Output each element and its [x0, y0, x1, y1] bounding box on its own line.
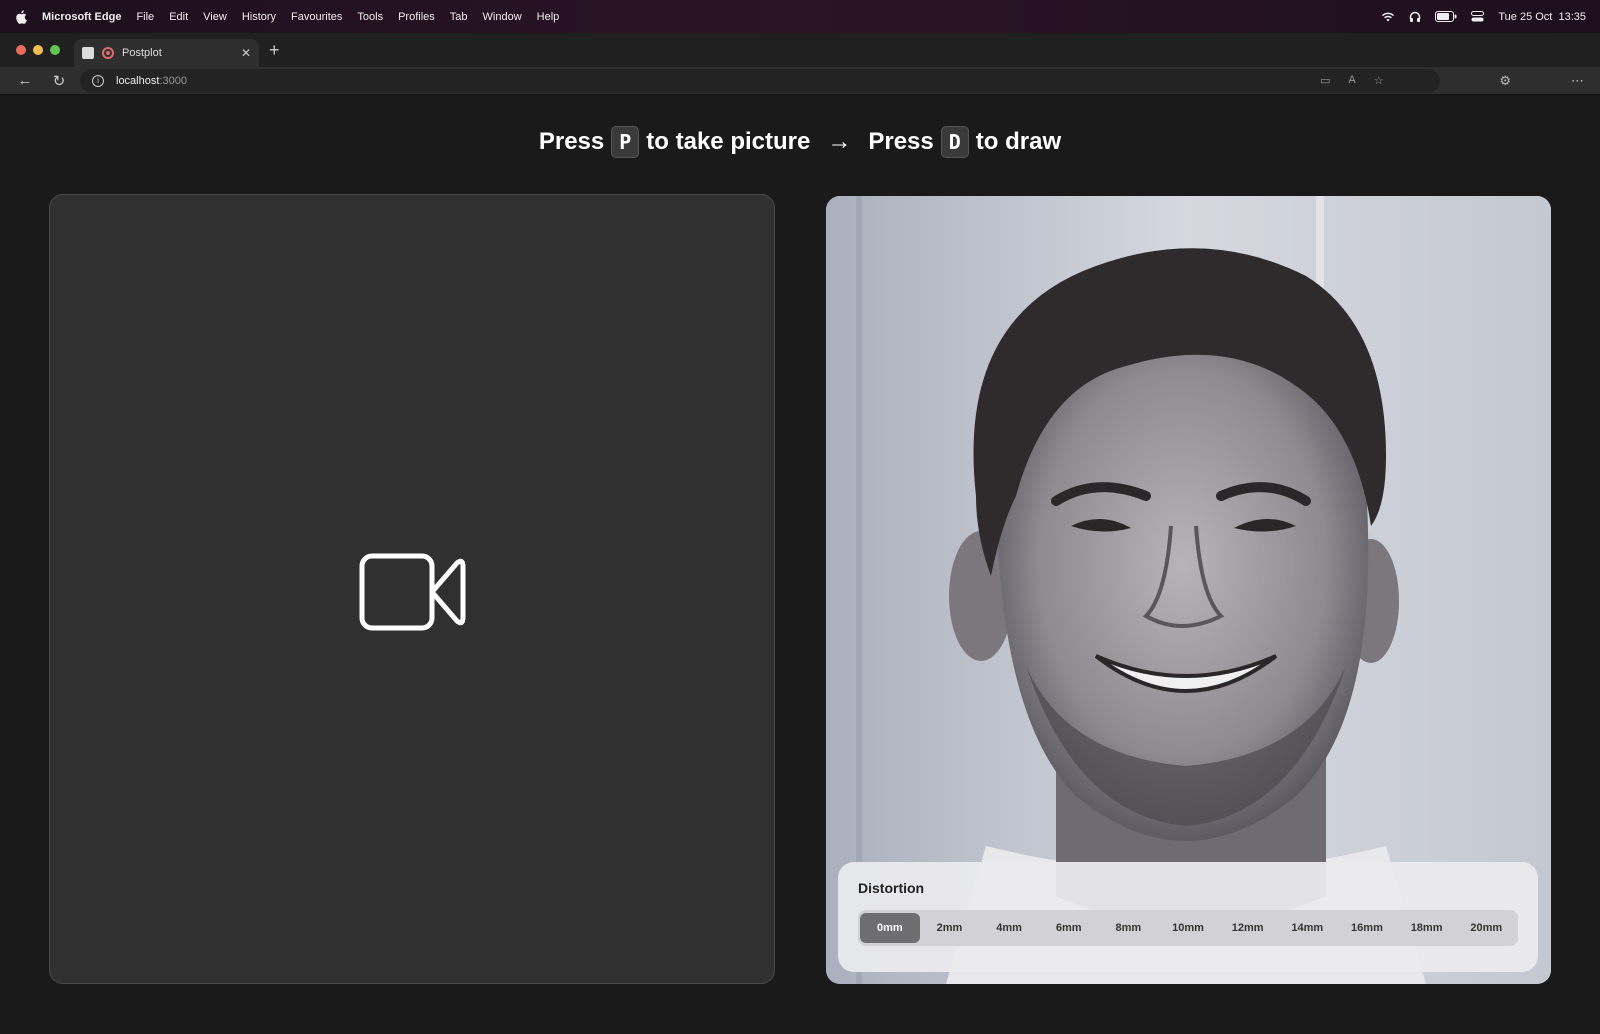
browser-toolbar: ← ↻ i localhost:3000 ▭ A ☆ ⚙ ⋯ — [0, 67, 1600, 95]
clock[interactable]: Tue 25 Oct 13:35 — [1498, 11, 1586, 23]
distortion-option-18mm[interactable]: 18mm — [1397, 913, 1457, 943]
recording-icon — [102, 47, 114, 59]
menu-help[interactable]: Help — [537, 11, 560, 23]
take-picture-label: to take picture — [646, 128, 811, 155]
add-favourite-icon[interactable]: ☆ — [1374, 74, 1384, 87]
menu-history[interactable]: History — [242, 11, 276, 23]
more-options-icon[interactable]: ⋯ — [1571, 73, 1584, 89]
distortion-option-0mm[interactable]: 0mm — [860, 913, 920, 943]
menu-tools[interactable]: Tools — [357, 11, 383, 23]
close-tab-icon[interactable]: ✕ — [241, 46, 251, 60]
menu-window[interactable]: Window — [483, 11, 522, 23]
close-window-button[interactable] — [16, 45, 26, 55]
distortion-option-14mm[interactable]: 14mm — [1277, 913, 1337, 943]
key-p: P — [611, 126, 640, 158]
apple-icon[interactable] — [14, 9, 28, 24]
camera-preview-panel[interactable] — [49, 194, 775, 984]
extensions-icon[interactable]: ⚙ — [1499, 73, 1511, 89]
site-info-icon[interactable]: i — [92, 74, 104, 87]
press-label-2: Press — [868, 128, 934, 155]
address-field[interactable]: i localhost:3000 — [80, 68, 1440, 93]
captured-photo-panel: Distortion 0mm 2mm 4mm 6mm 8mm 10mm 12mm… — [826, 196, 1551, 984]
macos-menu-bar: Microsoft Edge File Edit View History Fa… — [0, 0, 1600, 33]
distortion-option-2mm[interactable]: 2mm — [920, 913, 980, 943]
browser-tab[interactable]: Postplot ✕ — [74, 39, 259, 67]
control-center-icon[interactable] — [1471, 11, 1485, 22]
menu-profiles[interactable]: Profiles — [398, 11, 435, 23]
instructions-headline: Press P to take picture → Press D to dra… — [0, 126, 1600, 158]
new-tab-button[interactable]: + — [269, 40, 280, 61]
menu-edit[interactable]: Edit — [169, 11, 188, 23]
press-label-1: Press — [538, 128, 605, 155]
distortion-segmented-control: 0mm 2mm 4mm 6mm 8mm 10mm 12mm 14mm 16mm … — [858, 910, 1518, 946]
distortion-option-8mm[interactable]: 8mm — [1099, 913, 1159, 943]
wifi-icon[interactable] — [1381, 11, 1395, 22]
distortion-option-16mm[interactable]: 16mm — [1337, 913, 1397, 943]
draw-label: to draw — [975, 128, 1062, 155]
back-button[interactable]: ← — [14, 72, 36, 89]
workspace-icon — [82, 47, 94, 59]
minimize-window-button[interactable] — [33, 45, 43, 55]
menu-tab[interactable]: Tab — [450, 11, 468, 23]
arrow-right-icon: → — [827, 128, 852, 155]
distortion-option-12mm[interactable]: 12mm — [1218, 913, 1278, 943]
distortion-option-6mm[interactable]: 6mm — [1039, 913, 1099, 943]
toolbar-right: ⚙ ⋯ — [1499, 73, 1584, 89]
url-port: :3000 — [159, 74, 187, 87]
distortion-label: Distortion — [858, 880, 925, 896]
battery-icon[interactable] — [1435, 11, 1457, 22]
maximize-window-button[interactable] — [50, 45, 60, 55]
menu-favourites[interactable]: Favourites — [291, 11, 342, 23]
address-bar-actions: ▭ A ☆ — [1320, 74, 1384, 87]
browser-tab-bar: Postplot ✕ + — [0, 33, 1600, 67]
menu-file[interactable]: File — [136, 11, 154, 23]
key-d: D — [940, 126, 969, 158]
distortion-option-10mm[interactable]: 10mm — [1158, 913, 1218, 943]
headphones-icon[interactable] — [1409, 11, 1421, 23]
distortion-option-4mm[interactable]: 4mm — [979, 913, 1039, 943]
menu-view[interactable]: View — [203, 11, 227, 23]
read-aloud-icon[interactable]: A — [1348, 74, 1355, 87]
video-camera-icon — [359, 553, 466, 631]
url-host: localhost — [116, 74, 160, 87]
distortion-option-20mm[interactable]: 20mm — [1456, 913, 1516, 943]
distortion-control: Distortion 0mm 2mm 4mm 6mm 8mm 10mm 12mm… — [838, 862, 1538, 972]
tab-title: Postplot — [122, 47, 162, 59]
camera-permission-icon[interactable]: ▭ — [1320, 74, 1330, 87]
window-controls — [16, 45, 60, 55]
menu-app-name[interactable]: Microsoft Edge — [42, 11, 121, 23]
status-icons: Tue 25 Oct 13:35 — [1381, 11, 1586, 23]
reload-button[interactable]: ↻ — [48, 72, 70, 90]
